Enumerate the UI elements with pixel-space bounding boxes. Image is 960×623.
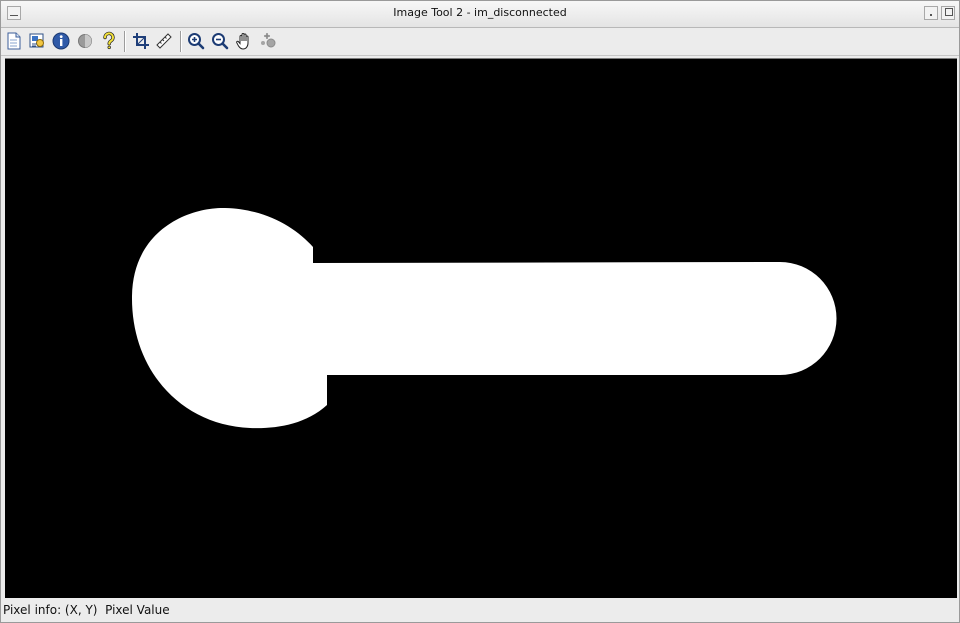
window-title: Image Tool 2 - im_disconnected [393,6,567,19]
contrast-icon[interactable] [75,31,95,51]
toolbar [1,28,959,56]
zoom-out-icon[interactable] [210,31,230,51]
overview-icon[interactable] [258,31,278,51]
pixel-info-text: Pixel info: (X, Y) Pixel Value [3,603,170,617]
image-canvas[interactable] [5,58,957,598]
help-icon[interactable] [99,31,119,51]
pan-hand-icon[interactable] [234,31,254,51]
maximize-button[interactable] [941,6,955,20]
image-tool-window: Image Tool 2 - im_disconnected Pixel inf… [0,0,960,623]
title-bar[interactable]: Image Tool 2 - im_disconnected [1,1,959,28]
toolbar-separator [180,31,182,52]
minimize-button[interactable] [924,6,938,20]
crop-icon[interactable] [131,31,151,51]
zoom-in-icon[interactable] [186,31,206,51]
status-bar: Pixel info: (X, Y) Pixel Value [1,599,959,622]
info-icon[interactable] [51,31,71,51]
image-properties-icon[interactable] [27,31,47,51]
toolbar-separator [124,31,126,52]
ruler-icon[interactable] [154,31,174,51]
new-document-icon[interactable] [4,31,24,51]
